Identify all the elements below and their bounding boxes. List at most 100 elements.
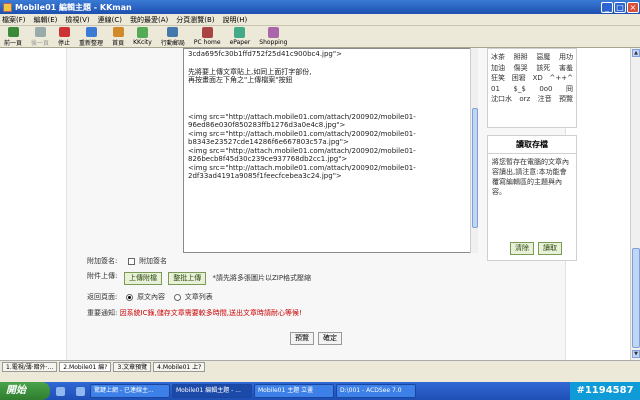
editor-line: <img src="http://attach.mobile01.com/att… [188,129,416,138]
toolbar-epaper-button[interactable]: ePaper [230,26,250,47]
shopping-icon [267,27,279,38]
return-row: 返回頁面: 原文內容 文章列表 [87,292,213,302]
toolbar-pchome-button[interactable]: PC home [194,26,221,47]
clear-button[interactable]: 清除 [510,242,534,255]
load-button[interactable]: 讀取 [538,242,562,255]
epaper-icon [234,27,246,38]
content-textarea[interactable]: 3cda695fc30b1ffd752f25d41c900bc4.jpg"> 先… [183,48,478,253]
browser-tab-active[interactable]: 2.Mobile01 編? [59,361,112,372]
emoji-item[interactable]: orz [519,94,530,105]
toolbar-home-button[interactable]: 首頁 [112,26,124,47]
signature-row: 附加簽名: 附加簽名 [87,256,167,266]
menu-file[interactable]: 檔案(F) [2,15,26,25]
load-draft-description: 將您暫存在電腦的文章內容讀出,請注意:本功能會覆寫編輯區的主題與內容。 [492,158,569,196]
editor-scrollbar[interactable] [470,48,478,253]
editor-line: 先將要上傳文章貼上,如同上面打字部份, [188,67,312,76]
title-bar: Mobile01 編輯主題 - KKman _ □ × [0,0,640,14]
task-button[interactable]: 驚鍵上網 - 已連線主... [90,384,170,398]
task-button[interactable]: D:\001 - ACDSee 7.0 [336,384,416,398]
menu-help[interactable]: 說明(H) [223,15,248,25]
return-content-radio[interactable] [125,293,133,301]
emoji-item[interactable]: 掰掰 [514,52,528,63]
emoji-preview-link[interactable]: 預覽 [559,94,573,105]
menu-connect[interactable]: 連線(C) [98,15,122,25]
emoji-item[interactable]: 冏 [566,84,573,95]
toolbar-forward-button: 後一頁 [31,26,49,47]
quick-launch [50,386,90,396]
attachment-row: 上傳附檔 整批上傳 *請先將多張圖片以ZIP格式壓縮 [124,272,311,285]
emoji-item[interactable]: 01 [491,84,500,95]
browser-tab[interactable]: 1.電視/薄·暗外·... [2,361,58,372]
return-list-radio[interactable] [173,293,181,301]
toolbar: 前一頁 後一頁 停止 重新整理 首頁 KKcity 行動郵局 PC home ePaper Sho… [0,26,640,48]
task-button-active[interactable]: Mobile01 編輯主題 - ... [172,384,252,398]
signature-option-label: 附加簽名 [139,257,168,265]
signature-checkbox[interactable] [127,257,135,265]
close-button[interactable]: × [627,1,639,13]
toolbar-stop-button[interactable]: 停止 [58,26,70,47]
emoji-item[interactable]: 害羞 [559,63,573,74]
desktop-icon[interactable] [55,386,65,396]
emoji-item[interactable]: $_$ [513,84,525,95]
emoji-item[interactable]: 狂笑 [491,73,505,84]
emoji-item[interactable]: 用功 [559,52,573,63]
emoji-item[interactable]: 該死 [536,63,550,74]
emoji-item[interactable]: XD [533,73,543,84]
toolbar-mail-button[interactable]: 行動郵局 [161,26,185,47]
menu-favorites[interactable]: 我的最愛(A) [130,15,168,25]
notice-label: 重要通知: [87,309,118,317]
editor-line: 3cda695fc30b1ffd752f25d41c900bc4.jpg"> [188,50,342,58]
emoji-item[interactable]: 注音 [538,94,552,105]
scroll-down-icon[interactable]: ▼ [632,350,640,358]
editor-line: <img src="http://attach.mobile01.com/att… [188,112,416,121]
emoji-item[interactable]: 0o0 [539,84,552,95]
browser-tab-strip: 1.電視/薄·暗外·... 2.Mobile01 編? 3.文章預覽 4.Mob… [0,360,640,372]
toolbar-label: 行動郵局 [160,40,185,47]
minimize-button[interactable]: _ [601,1,613,13]
emoji-item[interactable]: 傷哭 [514,63,528,74]
start-button[interactable]: 開始 [0,382,50,400]
page-viewport: 3cda695fc30b1ffd752f25d41c900bc4.jpg"> 先… [0,48,630,360]
page-scrollbar[interactable]: ▲ ▼ [630,48,640,360]
menu-edit[interactable]: 編輯(E) [34,15,58,25]
toolbar-kkcity-button[interactable]: KKcity [133,26,152,47]
batch-upload-button[interactable]: 整批上傳 [168,272,207,285]
emoji-item[interactable]: 加油 [491,63,505,74]
return-content-label: 原文內容 [137,293,166,301]
maximize-button[interactable]: □ [614,1,626,13]
emoji-panel: 冰茶 掰掰 惡魔 用功 加油 傷哭 該死 害羞 狂笑 困窘 XD ^++^ 01 $_$ 0o0 冏 沈… [487,48,577,128]
status-bar [0,372,640,382]
browser-tab[interactable]: 3.文章預覽 [113,361,152,372]
browser-icon[interactable] [75,386,85,396]
signature-label: 附加簽名: [87,257,118,265]
emoji-item[interactable]: ^++^ [550,73,573,84]
task-button[interactable]: Mobile01 主題 立畫 [254,384,334,398]
emoji-item[interactable]: 困窘 [512,73,526,84]
pchome-icon [201,27,213,38]
submit-button[interactable]: 確定 [318,332,342,345]
mail-icon [167,27,179,37]
emoji-item[interactable]: 沈口水 [491,94,512,105]
toolbar-shopping-button[interactable]: Shopping [259,26,287,47]
browser-tab[interactable]: 4.Mobile01 上? [153,361,206,372]
toolbar-label: 重新整理 [79,40,104,47]
preview-button[interactable]: 預覽 [290,332,314,345]
page-scroll-thumb[interactable] [632,248,640,348]
scroll-up-icon[interactable]: ▲ [632,49,640,57]
app-icon [3,2,12,12]
menu-view[interactable]: 檢視(V) [65,15,89,25]
toolbar-label: Shopping [259,39,288,46]
emoji-item[interactable]: 冰茶 [491,52,505,63]
editor-scroll-thumb[interactable] [472,108,478,228]
menu-tabs[interactable]: 分頁瀏覽(B) [176,15,214,25]
toolbar-label: PC home [193,39,221,46]
toolbar-refresh-button[interactable]: 重新整理 [79,26,103,47]
return-list-label: 文章列表 [184,293,213,301]
upload-file-button[interactable]: 上傳附檔 [124,272,162,285]
load-draft-title: 讀取存檔 [488,136,576,154]
toolbar-label: KKcity [133,39,152,46]
toolbar-label: 後一頁 [31,40,50,47]
emoji-item[interactable]: 惡魔 [536,52,550,63]
toolbar-back-button[interactable]: 前一頁 [4,26,22,47]
editor-line: <img src="http://attach.mobile01.com/att… [188,163,416,172]
